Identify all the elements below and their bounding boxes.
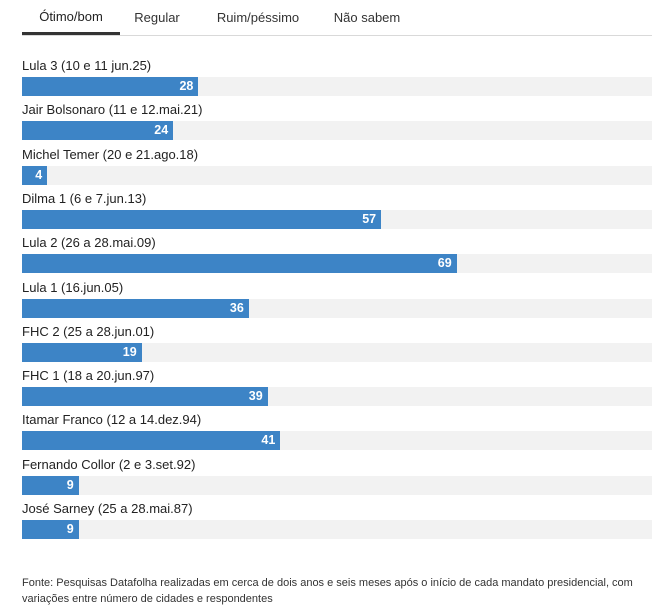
- bar-value-label: 4: [35, 167, 43, 182]
- bar-track: 9: [22, 475, 652, 495]
- bar-track: 41: [22, 431, 652, 451]
- bar-value-label: 9: [66, 477, 74, 492]
- bar-track: 36: [22, 298, 652, 318]
- chart-row: Michel Temer (20 e 21.ago.18) 4: [22, 141, 652, 185]
- bar-track: 57: [22, 209, 652, 229]
- chart-row: Dilma 1 (6 e 7.jun.13) 57: [22, 185, 652, 229]
- tab-otimo-bom[interactable]: Ótimo/bom: [22, 0, 120, 35]
- bar-track: 39: [22, 387, 652, 407]
- source-footnote: Fonte: Pesquisas Datafolha realizadas em…: [22, 577, 633, 605]
- category-label: Itamar Franco (12 a 14.dez.94): [22, 412, 202, 428]
- tab-regular[interactable]: Regular: [120, 0, 194, 34]
- category-label: Dilma 1 (6 e 7.jun.13): [22, 190, 147, 206]
- chart-row: Lula 3 (10 e 11 jun.25) 28: [22, 52, 652, 96]
- category-label: FHC 2 (25 a 28.jun.01): [22, 323, 155, 339]
- bar-track: 24: [22, 121, 652, 141]
- chart-row: Jair Bolsonaro (11 e 12.mai.21) 24: [22, 96, 652, 141]
- bar-value-label: 28: [179, 79, 194, 93]
- bar-track: 19: [22, 342, 652, 362]
- category-label: Lula 2 (26 a 28.mai.09): [22, 235, 156, 251]
- bar-value-label: 9: [66, 522, 74, 536]
- category-label: Michel Temer (20 e 21.ago.18): [22, 146, 199, 162]
- bar-chart: Lula 3 (10 e 11 jun.25) 28 Jair Bolsonaro …: [22, 52, 652, 542]
- chart-row: FHC 2 (25 a 28.jun.01) 19: [22, 318, 652, 362]
- chart-row: FHC 1 (18 a 20.jun.97) 39: [22, 362, 652, 407]
- category-label: José Sarney (25 a 28.mai.87): [22, 501, 193, 516]
- tab-bar: Ótimo/bom Regular Ruim/péssimo Não sabem: [22, 0, 652, 36]
- bar-value-label: 39: [248, 389, 263, 404]
- chart-row: Fernando Collor (2 e 3.set.92) 9: [22, 451, 652, 495]
- bar-value-label: 41: [261, 433, 276, 448]
- bar-value-label: 69: [437, 256, 452, 271]
- bar-track: 4: [22, 165, 652, 185]
- bar-value-label: 57: [362, 211, 377, 226]
- category-label: Fernando Collor (2 e 3.set.92): [22, 456, 196, 472]
- bar-track: 28: [22, 77, 652, 96]
- bar-value-label: 36: [229, 300, 244, 315]
- bar-value-label: 19: [122, 344, 137, 359]
- category-label: Lula 1 (16.jun.05): [22, 279, 124, 295]
- category-label: FHC 1 (18 a 20.jun.97): [22, 368, 155, 384]
- category-label: Jair Bolsonaro (11 e 12.mai.21): [22, 102, 203, 118]
- chart-row: José Sarney (25 a 28.mai.87) 9: [22, 495, 652, 539]
- chart-row: Lula 2 (26 a 28.mai.09) 69: [22, 229, 652, 274]
- bar-track: 69: [22, 254, 652, 274]
- chart-row: Itamar Franco (12 a 14.dez.94) 41: [22, 406, 652, 451]
- bar-value-label: 24: [154, 123, 169, 138]
- tab-nao-sabem[interactable]: Não sabem: [322, 0, 412, 34]
- category-label: Lula 3 (10 e 11 jun.25): [22, 58, 152, 73]
- bar-track: 9: [22, 520, 652, 539]
- chart-row: Lula 1 (16.jun.05) 36: [22, 274, 652, 318]
- tab-ruim-pessimo[interactable]: Ruim/péssimo: [194, 0, 322, 34]
